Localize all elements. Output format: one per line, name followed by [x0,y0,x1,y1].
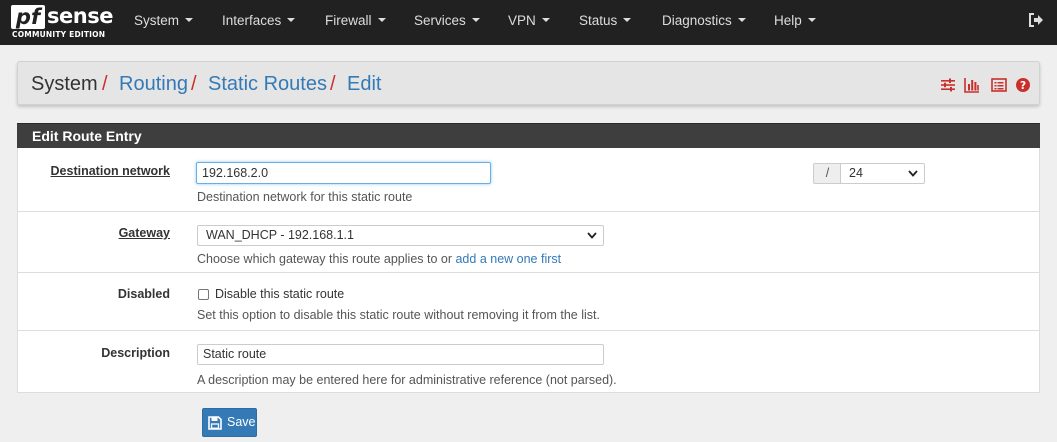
gateway-select[interactable]: WAN_DHCP - 192.168.1.1 [197,225,604,246]
breadcrumb-edit[interactable]: Edit [347,72,381,96]
logo-word: sense [47,4,113,28]
caret-down-icon [623,18,632,23]
disable-route-checkbox[interactable] [198,289,209,300]
nav-diagnostics[interactable]: Diagnostics [662,0,746,45]
nav-label: Diagnostics [662,13,732,28]
nav-vpn[interactable]: VPN [508,0,550,45]
nav-services[interactable]: Services [414,0,480,45]
pfsense-logo[interactable]: pf sense COMMUNITY EDITION [9,4,113,41]
destination-network-label: Destination network [50,164,170,178]
gateway-help-text: Choose which gateway this route applies … [197,252,456,266]
gateway-help: Choose which gateway this route applies … [197,252,561,266]
breadcrumb-separator: / [102,73,108,95]
gateway-label: Gateway [118,226,170,240]
gateway-value: WAN_DHCP - 192.168.1.1 [206,228,354,242]
description-input[interactable]: Static route [197,344,604,365]
sign-out-icon[interactable] [1028,12,1044,28]
breadcrumb: System / Routing / Static Routes / Edit … [17,61,1040,105]
row-divider [18,330,1039,331]
disabled-help: Set this option to disable this static r… [197,308,600,322]
logo-mark: pf [11,5,45,29]
nav-label: Firewall [325,13,372,28]
nav-firewall[interactable]: Firewall [325,0,386,45]
top-navbar: pf sense COMMUNITY EDITION System Interf… [0,0,1057,45]
nav-label: VPN [508,13,536,28]
subnet-mask-select[interactable]: 24 [840,163,925,184]
nav-help[interactable]: Help [774,0,816,45]
svg-text:?: ? [1020,80,1026,92]
add-gateway-link[interactable]: add a new one first [455,252,561,266]
row-divider [18,211,1039,212]
breadcrumb-system: System [31,73,98,95]
save-label: Save [227,415,256,429]
chevron-down-icon [587,232,597,239]
disabled-label: Disabled [117,287,170,301]
chevron-down-icon [908,170,918,177]
caret-down-icon [737,18,746,23]
nav-label: System [134,13,180,28]
row-divider [18,272,1039,273]
breadcrumb-static-routes[interactable]: Static Routes [208,72,327,96]
caret-down-icon [377,18,386,23]
nav-system[interactable]: System [134,0,194,45]
caret-down-icon [471,18,480,23]
logo-edition: COMMUNITY EDITION [12,30,106,39]
edit-route-panel: Edit Route Entry Destination network 192… [17,123,1040,393]
breadcrumb-separator: / [330,73,336,95]
sliders-icon[interactable] [940,77,956,93]
nav-label: Services [414,13,466,28]
save-icon [208,416,222,430]
save-button[interactable]: Save [202,408,257,437]
nav-label: Interfaces [222,13,282,28]
panel-title: Edit Route Entry [17,123,1040,148]
caret-down-icon [287,18,296,23]
breadcrumb-separator: / [191,73,197,95]
bar-chart-icon[interactable] [964,77,980,93]
description-label: Description [101,346,170,360]
breadcrumb-routing[interactable]: Routing [119,72,188,96]
disable-route-checkbox-label[interactable]: Disable this static route [215,287,344,301]
subnet-slash-addon: / [813,163,841,184]
nav-label: Help [774,13,802,28]
question-circle-icon[interactable]: ? [1015,77,1031,93]
nav-label: Status [579,13,618,28]
nav-interfaces[interactable]: Interfaces [222,0,296,45]
nav-status[interactable]: Status [579,0,632,45]
description-help: A description may be entered here for ad… [197,373,617,387]
destination-network-input[interactable]: 192.168.2.0 [196,162,491,184]
destination-network-help: Destination network for this static rout… [197,190,413,204]
list-alt-icon[interactable] [991,77,1007,93]
caret-down-icon [541,18,550,23]
caret-down-icon [185,18,194,23]
subnet-mask-value: 24 [849,166,863,180]
caret-down-icon [807,18,816,23]
